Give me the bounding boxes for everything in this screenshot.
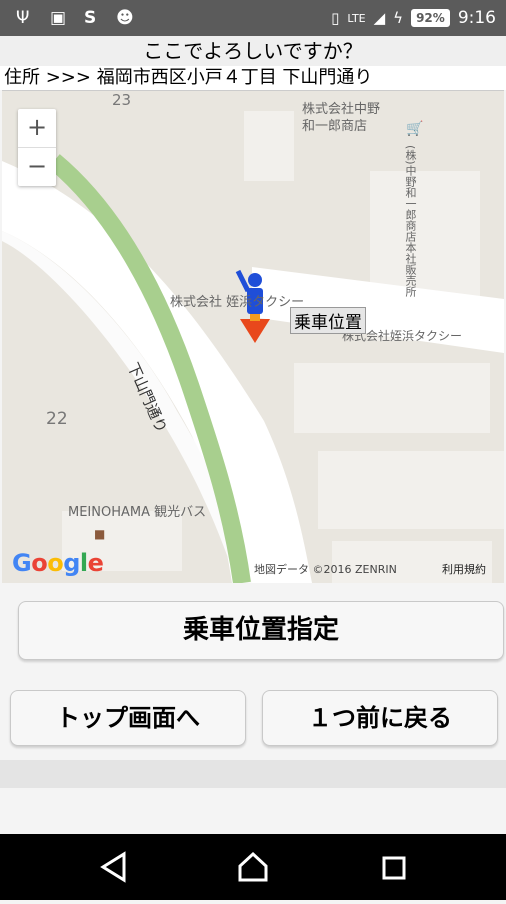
google-logo: Google (12, 549, 104, 577)
zoom-control: + − (18, 109, 56, 186)
map-building (318, 451, 504, 529)
image-icon: ▣ (50, 8, 67, 28)
poi-label: MEINOHAMA 観光バス (68, 505, 207, 520)
terms-link[interactable]: 利用規約 (442, 561, 486, 577)
top-screen-button[interactable]: トップ画面へ (10, 690, 246, 746)
poi-label: 株式会社 姪浜タクシー (170, 295, 305, 310)
back-button[interactable]: １つ前に戻る (262, 690, 498, 746)
block-number: 23 (112, 91, 132, 109)
android-icon: ☻ (116, 8, 134, 28)
system-nav-bar (0, 834, 506, 900)
set-pickup-location-button[interactable]: 乗車位置指定 (18, 601, 504, 660)
zoom-in-button[interactable]: + (18, 109, 56, 148)
marker-label: 乗車位置 (290, 307, 366, 334)
shop-icon: 🛒 (406, 121, 424, 137)
page-title: ここでよろしいですか？ (0, 36, 506, 66)
clock: 9:16 (457, 8, 496, 28)
bus-icon: ■ (94, 527, 106, 541)
block-number: 22 (46, 409, 68, 429)
signal-icon: ◢ (373, 9, 386, 27)
vibrate-icon: ▯ (331, 9, 340, 27)
nav-icons (100, 851, 406, 883)
sync-icon: S (84, 8, 97, 28)
nav-home-icon[interactable] (238, 851, 268, 882)
poi-label: 株式会社中野 和一郎商店 (302, 102, 381, 134)
address-text: 住所 >>> 福岡市西区小戸４丁目 下山門通り (0, 66, 506, 90)
map-view[interactable]: + − 23 22 株式会社中野 和一郎商店 🛒 (株)中野和一郎商店本社販売所… (2, 90, 504, 583)
map-copyright: 地図データ ©2016 ZENRIN (254, 563, 397, 576)
map-building (294, 363, 490, 433)
divider-strip (0, 760, 506, 788)
network-type: LTE (347, 11, 366, 25)
battery-level: 92% (411, 9, 450, 27)
map-building (244, 111, 294, 181)
charging-icon: ϟ (393, 9, 404, 27)
zoom-out-button[interactable]: − (18, 148, 56, 186)
poi-label: (株)中野和一郎商店本社販売所 (404, 145, 417, 297)
nav-back-icon[interactable] (100, 851, 126, 883)
usb-icon: Ψ (16, 8, 30, 28)
status-bar: Ψ ▣ S ☻ ▯ LTE ◢ ϟ 92% 9:16 (0, 0, 506, 36)
nav-recents-icon[interactable] (382, 856, 406, 880)
